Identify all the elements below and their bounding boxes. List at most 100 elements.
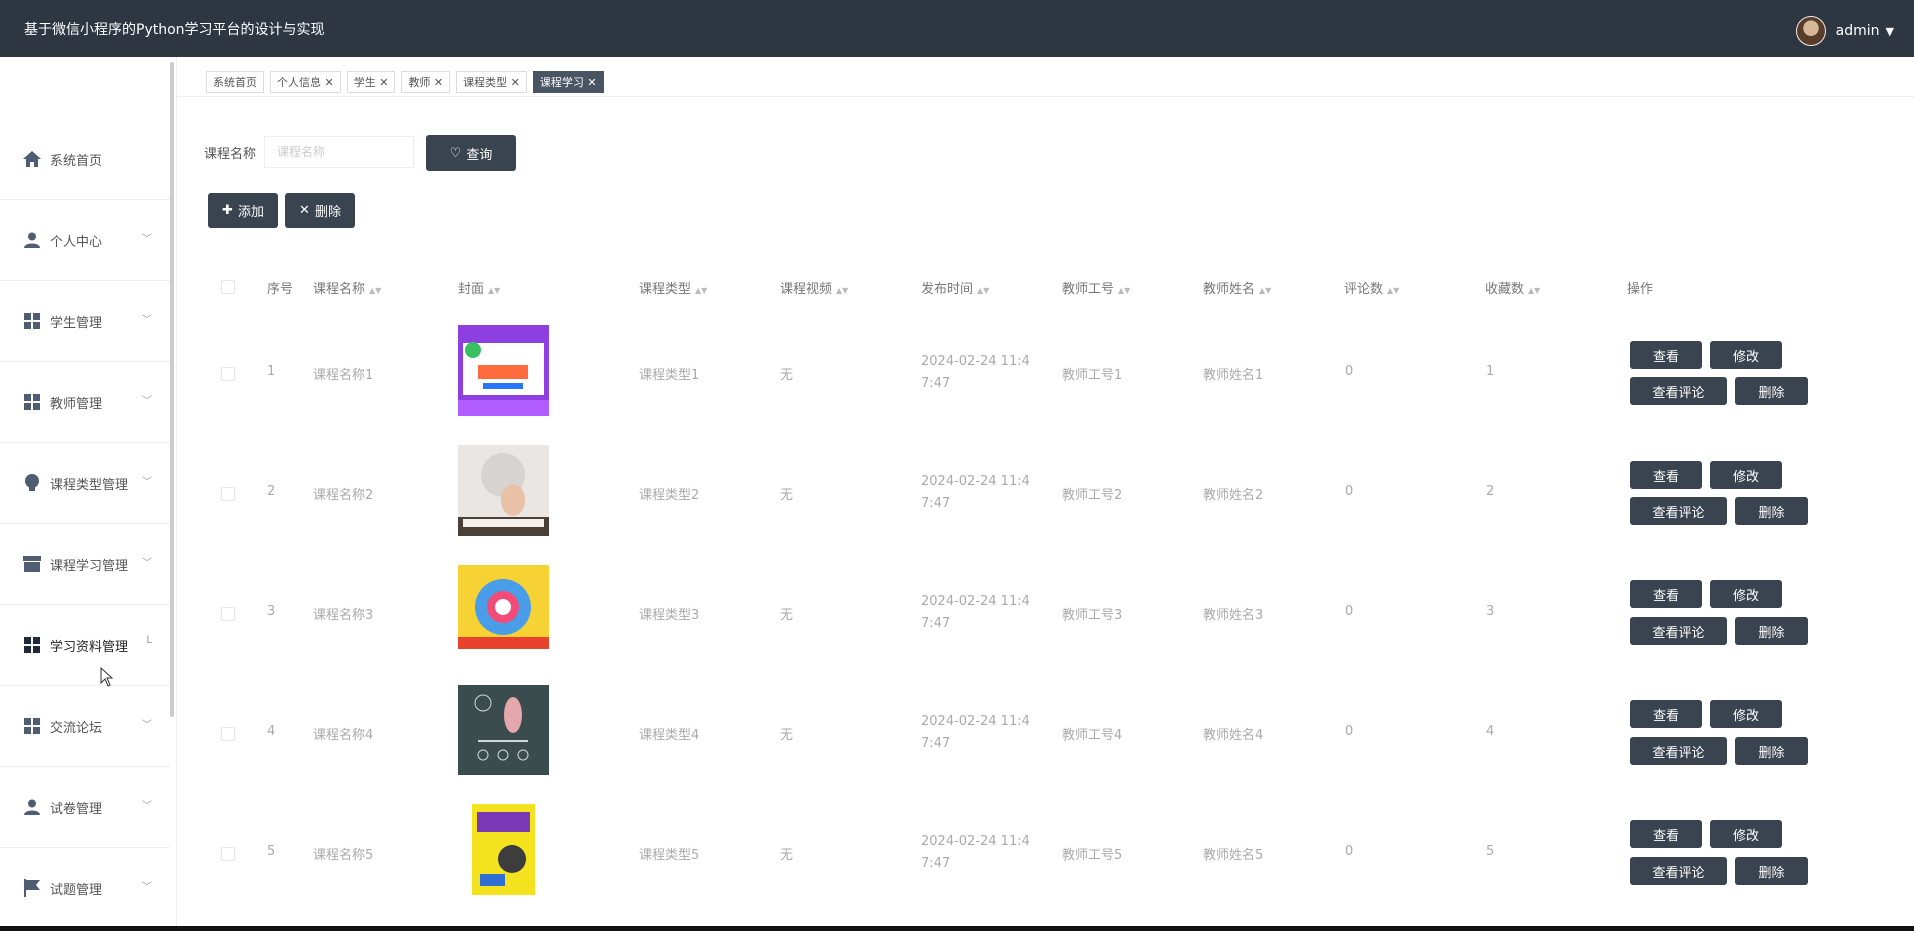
cell-teacher-no: 教师工号1 (1062, 368, 1123, 383)
cell-video: 无 (780, 608, 794, 623)
sidebar-item-exams[interactable]: 试卷管理 ﹀ (0, 767, 170, 848)
cell-index: 4 (267, 724, 276, 739)
cell-video: 无 (780, 848, 794, 863)
sidebar-item-personal[interactable]: 个人中心 ﹀ (0, 200, 170, 281)
row-checkbox[interactable] (221, 487, 235, 501)
cover-image (458, 325, 549, 416)
cell-course-type: 课程类型2 (639, 488, 700, 503)
cell-favorites: 5 (1486, 844, 1495, 859)
row-checkbox[interactable] (221, 727, 235, 741)
edit-button[interactable]: 修改 (1710, 820, 1782, 848)
edit-button[interactable]: 修改 (1710, 700, 1782, 728)
delete-row-button[interactable]: 删除 (1735, 377, 1808, 405)
tab-course-study[interactable]: 课程学习 ✕ (532, 71, 604, 93)
view-comments-button[interactable]: 查看评论 (1630, 497, 1727, 525)
username[interactable]: admin (1836, 23, 1880, 39)
header-favorites[interactable]: 收藏数 ▲▼ (1485, 278, 1540, 297)
tab-course-types[interactable]: 课程类型 ✕ (456, 71, 527, 93)
sidebar-item-label: 课程类型管理 (50, 477, 129, 493)
sidebar-item-home[interactable]: 系统首页 (0, 119, 170, 200)
cover-image (472, 804, 535, 895)
delete-row-button[interactable]: 删除 (1735, 617, 1808, 645)
sidebar-scrollbar[interactable] (170, 62, 174, 717)
header-course-video[interactable]: 课程视频 ▲▼ (780, 278, 848, 297)
delete-button[interactable]: ✕ 删除 (285, 193, 355, 228)
user-menu[interactable]: admin ▼ (1795, 16, 1894, 46)
sort-icon: ▲▼ (977, 286, 990, 295)
sidebar-item-label: 交流论坛 (50, 720, 103, 736)
view-button[interactable]: 查看 (1630, 700, 1702, 728)
view-button[interactable]: 查看 (1630, 341, 1702, 369)
cell-index: 2 (267, 484, 276, 499)
row-checkbox[interactable] (221, 847, 235, 861)
view-button[interactable]: 查看 (1630, 461, 1702, 489)
header-publish-time[interactable]: 发布时间 ▲▼ (921, 278, 989, 297)
chevron-down-icon: ﹀ (142, 882, 152, 893)
header-course-type[interactable]: 课程类型 ▲▼ (639, 278, 707, 297)
search-button[interactable]: ♡ 查询 (426, 135, 516, 171)
edit-button[interactable]: 修改 (1710, 341, 1782, 369)
view-comments-button[interactable]: 查看评论 (1630, 737, 1727, 765)
sidebar-item-teachers[interactable]: 教师管理 ﹀ (0, 362, 170, 443)
user-icon (22, 230, 42, 250)
course-name-input[interactable]: 课程名称 (264, 136, 414, 168)
header-teacher-name[interactable]: 教师姓名 ▲▼ (1203, 278, 1271, 297)
cover-image (458, 565, 549, 649)
grid-icon (22, 635, 42, 655)
select-all-checkbox[interactable] (221, 280, 235, 294)
grid-icon (22, 716, 42, 736)
row-checkbox[interactable] (221, 367, 235, 381)
cell-teacher-name: 教师姓名4 (1203, 728, 1264, 743)
cell-video: 无 (780, 368, 794, 383)
sidebar-item-label: 个人中心 (50, 234, 103, 250)
row-checkbox[interactable] (221, 607, 235, 621)
delete-row-button[interactable]: 删除 (1735, 737, 1808, 765)
edit-button[interactable]: 修改 (1710, 580, 1782, 608)
sidebar-item-course-study[interactable]: 课程学习管理 ﹀ (0, 524, 170, 605)
delete-row-button[interactable]: 删除 (1735, 857, 1808, 885)
user-icon (22, 797, 42, 817)
cell-comments: 0 (1345, 724, 1354, 739)
sidebar-item-forum[interactable]: 交流论坛 ﹀ (0, 686, 170, 767)
view-comments-button[interactable]: 查看评论 (1630, 857, 1727, 885)
delete-row-button[interactable]: 删除 (1735, 497, 1808, 525)
tab-students[interactable]: 学生 ✕ (346, 71, 396, 93)
tab-personal[interactable]: 个人信息 ✕ (270, 71, 341, 93)
view-button[interactable]: 查看 (1630, 580, 1702, 608)
cell-course-type: 课程类型1 (639, 368, 700, 383)
sidebar-item-materials[interactable]: 学习资料管理 ᒪ (0, 605, 170, 686)
cell-teacher-name: 教师姓名1 (1203, 368, 1264, 383)
tab-home[interactable]: 系统首页 (206, 71, 264, 93)
bulb-icon (22, 473, 42, 493)
cell-course-type: 课程类型5 (639, 848, 700, 863)
bottom-bar (0, 926, 1914, 931)
sidebar-item-course-types[interactable]: 课程类型管理 ﹀ (0, 443, 170, 524)
edit-button[interactable]: 修改 (1710, 461, 1782, 489)
header-teacher-no[interactable]: 教师工号 ▲▼ (1062, 278, 1130, 297)
header-comments[interactable]: 评论数 ▲▼ (1344, 278, 1399, 297)
sidebar-item-label: 教师管理 (50, 396, 103, 412)
caret-down-icon[interactable]: ▼ (1886, 25, 1894, 38)
cell-teacher-name: 教师姓名2 (1203, 488, 1264, 503)
view-comments-button[interactable]: 查看评论 (1630, 377, 1727, 405)
view-button[interactable]: 查看 (1630, 820, 1702, 848)
sidebar-item-students[interactable]: 学生管理 ﹀ (0, 281, 170, 362)
close-icon: ✕ (299, 203, 310, 218)
cell-teacher-no: 教师工号5 (1062, 848, 1123, 863)
cover-image (458, 445, 549, 536)
chevron-down-icon: ﹀ (142, 396, 152, 407)
add-button[interactable]: ✚ 添加 (208, 193, 278, 228)
tab-teachers[interactable]: 教师 ✕ (401, 71, 451, 93)
collapse-icon: ᒪ (146, 635, 152, 646)
sort-icon: ▲▼ (488, 286, 501, 295)
header-index: 序号 (267, 282, 294, 297)
cell-comments: 0 (1345, 844, 1354, 859)
cell-video: 无 (780, 488, 794, 503)
avatar[interactable] (1795, 16, 1826, 46)
header-cover[interactable]: 封面 ▲▼ (458, 278, 500, 297)
header-course-name[interactable]: 课程名称 ▲▼ (313, 278, 381, 297)
view-comments-button[interactable]: 查看评论 (1630, 617, 1727, 645)
chevron-down-icon: ﹀ (142, 720, 152, 731)
cover-image (458, 685, 549, 775)
sidebar-item-questions[interactable]: 试题管理 ﹀ (0, 848, 170, 929)
